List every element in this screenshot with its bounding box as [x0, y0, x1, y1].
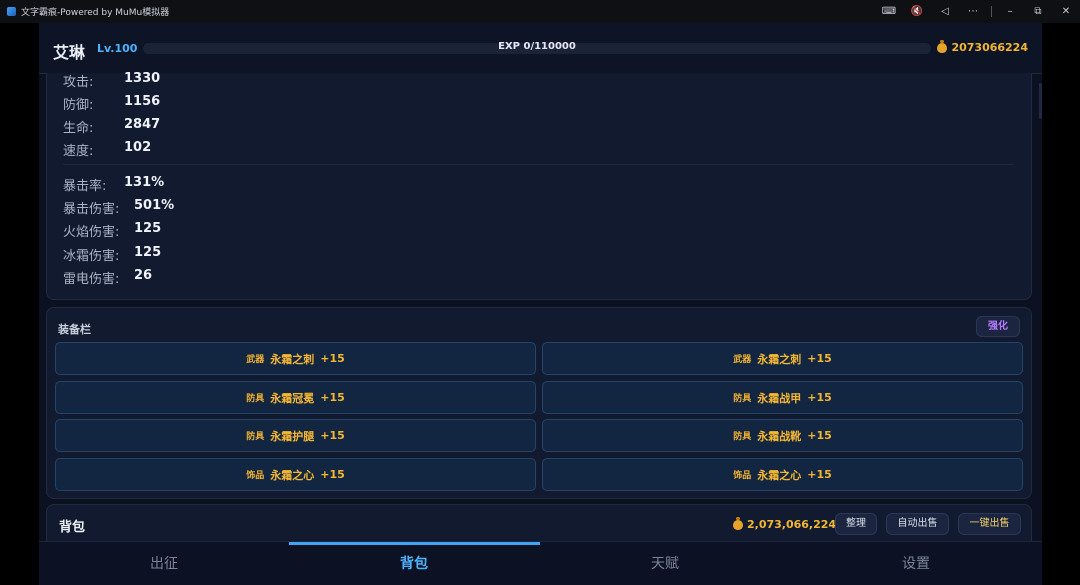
- tab-expedition[interactable]: 出征: [39, 542, 289, 585]
- slot-category: 防具: [246, 394, 265, 404]
- stat-value: 1156: [124, 94, 161, 109]
- stat-value: 2847: [124, 117, 161, 132]
- stat-label: 防御:: [63, 98, 94, 113]
- character-name: 艾琳: [53, 43, 86, 62]
- window-controls: ⌨ 🔇 ◁ ⋯ – ⧉ ✕: [875, 0, 1080, 23]
- slot-enhance-level: +15: [320, 429, 345, 442]
- slot-item-name: 永霜之心: [757, 468, 802, 482]
- stat-label: 攻击:: [63, 75, 94, 90]
- slot-category: 饰品: [733, 471, 752, 481]
- keyboard-icon[interactable]: ⌨: [875, 6, 903, 17]
- stat-label: 暴击伤害:: [63, 202, 120, 217]
- slot-item-name: 永霜护腿: [270, 429, 315, 443]
- stat-row: 生命: 2847: [63, 117, 160, 136]
- stat-value: 125: [134, 221, 162, 236]
- auto-sell-button[interactable]: 自动出售: [886, 513, 949, 535]
- gold-display: 2073066224: [937, 39, 1028, 54]
- backpack-gold-amount: 2,073,066,224: [747, 518, 837, 531]
- stat-row: 暴击伤害: 501%: [63, 198, 174, 217]
- equipment-slot[interactable]: 防具 永霜护腿 +15: [55, 419, 536, 452]
- money-bag-icon: [733, 516, 743, 530]
- stat-row: 暴击率: 131%: [63, 175, 164, 194]
- tab-backpack[interactable]: 背包: [289, 542, 540, 585]
- equipment-slot[interactable]: 武器 永霜之刺 +15: [542, 342, 1023, 375]
- stat-value: 1330: [124, 71, 161, 86]
- stat-label: 生命:: [63, 121, 94, 136]
- slot-enhance-level: +15: [807, 352, 832, 365]
- tab-settings[interactable]: 设置: [791, 542, 1041, 585]
- slot-enhance-level: +15: [807, 429, 832, 442]
- stat-value: 125: [134, 245, 162, 260]
- slot-item-name: 永霜战甲: [757, 391, 802, 405]
- window-title-bar: 文字霸痕-Powered by MuMu模拟器 ⌨ 🔇 ◁ ⋯ – ⧉ ✕: [0, 0, 1080, 23]
- stat-row: 冰霜伤害: 125: [63, 245, 161, 264]
- slot-item-name: 永霜之心: [270, 468, 315, 482]
- more-icon[interactable]: ⋯: [959, 6, 987, 17]
- equipment-slot[interactable]: 饰品 永霜之心 +15: [542, 458, 1023, 491]
- stat-label: 冰霜伤害:: [63, 249, 120, 264]
- slot-enhance-level: +15: [320, 468, 345, 481]
- equipment-slot[interactable]: 防具 永霜战甲 +15: [542, 381, 1023, 414]
- stat-row: 速度: 102: [63, 140, 151, 159]
- slot-category: 防具: [733, 432, 752, 442]
- stat-value: 501%: [134, 198, 175, 213]
- equipment-slot[interactable]: 防具 永霜冠冕 +15: [55, 381, 536, 414]
- sell-all-button[interactable]: 一键出售: [958, 513, 1021, 535]
- slot-category: 武器: [733, 355, 752, 365]
- gold-amount: 2073066224: [951, 41, 1028, 54]
- slot-enhance-level: +15: [807, 468, 832, 481]
- slot-enhance-level: +15: [320, 391, 345, 404]
- stat-row: 雷电伤害: 26: [63, 268, 152, 287]
- slot-item-name: 永霜冠冕: [270, 391, 315, 405]
- slot-item-name: 永霜之刺: [270, 352, 315, 366]
- stat-label: 火焰伤害:: [63, 225, 120, 240]
- minimize-button[interactable]: –: [996, 6, 1024, 17]
- slot-category: 防具: [246, 432, 265, 442]
- slot-category: 饰品: [246, 471, 265, 481]
- character-header: 艾琳 Lv.100 EXP 0/110000 2073066224: [39, 23, 1042, 74]
- slot-item-name: 永霜战靴: [757, 429, 802, 443]
- slot-item-name: 永霜之刺: [757, 352, 802, 366]
- enhance-button[interactable]: 强化: [976, 316, 1020, 337]
- slot-category: 防具: [733, 394, 752, 404]
- game-screen: 艾琳 Lv.100 EXP 0/110000 2073066224 攻击: 13…: [39, 23, 1042, 585]
- character-level: Lv.100: [97, 42, 138, 55]
- stat-row: 火焰伤害: 125: [63, 221, 161, 240]
- equipment-slot[interactable]: 武器 永霜之刺 +15: [55, 342, 536, 375]
- exp-text: EXP 0/110000: [498, 41, 576, 52]
- tab-talent[interactable]: 天赋: [540, 542, 790, 585]
- stats-divider: [63, 164, 1013, 165]
- stat-label: 速度:: [63, 144, 94, 159]
- close-button[interactable]: ✕: [1052, 6, 1080, 17]
- slot-enhance-level: +15: [807, 391, 832, 404]
- stat-row: 攻击: 1330: [63, 71, 160, 90]
- stat-label: 暴击率:: [63, 179, 107, 194]
- controls-divider: [991, 6, 992, 17]
- stat-row: 防御: 1156: [63, 94, 160, 113]
- bottom-nav: 出征 背包 天赋 设置: [39, 541, 1042, 585]
- sort-button[interactable]: 整理: [835, 513, 877, 535]
- app-icon: [7, 7, 16, 16]
- stat-value: 131%: [124, 175, 165, 190]
- back-icon[interactable]: ◁: [931, 6, 959, 17]
- stats-panel: 攻击: 1330 防御: 1156 生命: 2847 速度: 102 暴击率: …: [46, 71, 1032, 300]
- stat-value: 102: [124, 140, 152, 155]
- backpack-gold: 2,073,066,224: [733, 516, 837, 531]
- restore-button[interactable]: ⧉: [1024, 6, 1052, 17]
- backpack-title: 背包: [59, 520, 86, 535]
- slot-enhance-level: +15: [320, 352, 345, 365]
- slot-category: 武器: [246, 355, 265, 365]
- stat-value: 26: [134, 268, 153, 283]
- equipment-slot[interactable]: 防具 永霜战靴 +15: [542, 419, 1023, 452]
- scrollbar-thumb[interactable]: [1039, 83, 1042, 119]
- equipment-title: 装备栏: [58, 323, 91, 336]
- equipment-panel: 装备栏 强化 武器 永霜之刺 +15 武器 永霜之刺 +15 防具 永霜冠冕 +…: [46, 307, 1032, 499]
- equipment-slot[interactable]: 饰品 永霜之心 +15: [55, 458, 536, 491]
- mute-icon[interactable]: 🔇: [903, 6, 931, 17]
- money-bag-icon: [937, 39, 948, 53]
- stat-label: 雷电伤害:: [63, 272, 120, 287]
- window-title: 文字霸痕-Powered by MuMu模拟器: [21, 8, 170, 18]
